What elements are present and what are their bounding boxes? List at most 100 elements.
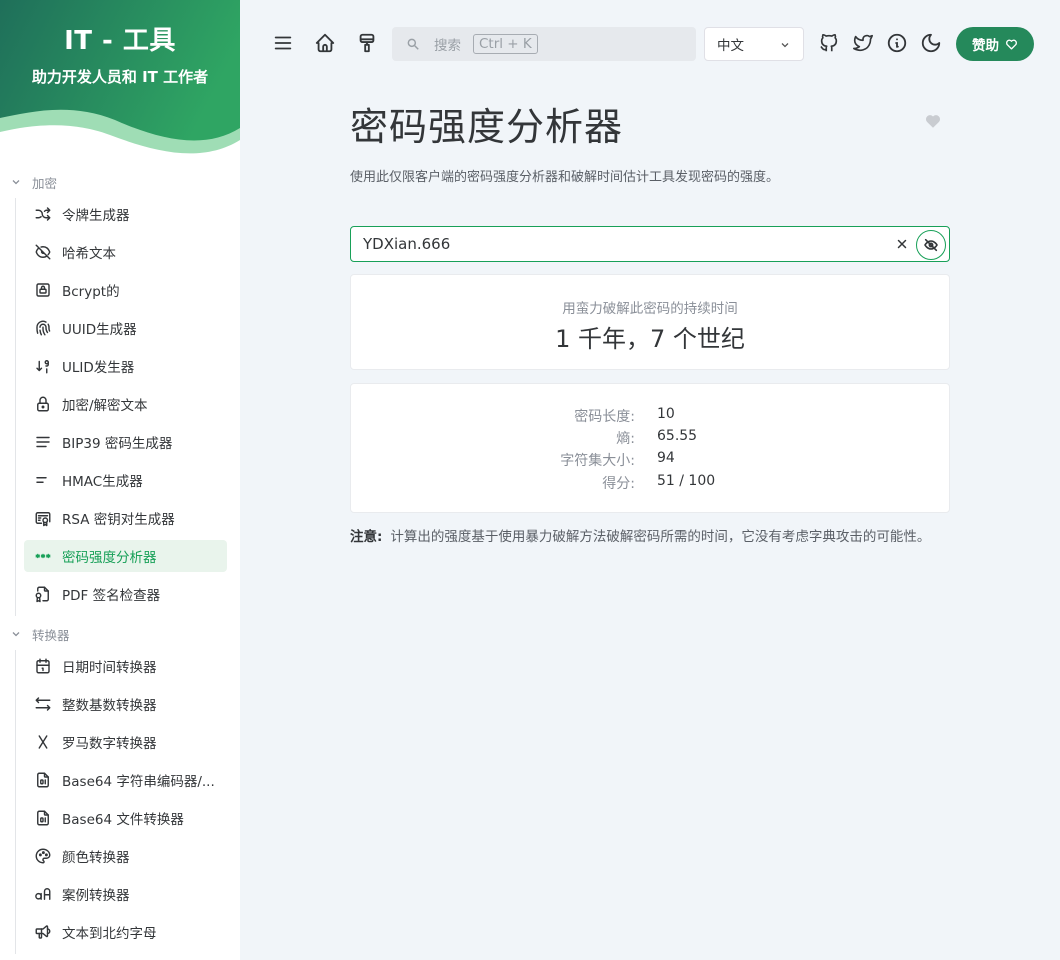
stat-row-score: 得分: 51 / 100	[351, 473, 949, 495]
github-button[interactable]	[812, 26, 846, 60]
sidebar-item[interactable]: 令牌生成器	[24, 198, 227, 230]
stat-value: 65.55	[657, 428, 698, 444]
lock-icon	[37, 396, 49, 412]
close-icon	[897, 239, 907, 249]
sidebar-item[interactable]: 案例转换器	[24, 878, 227, 910]
sidebar-item[interactable]: 哈希文本	[24, 236, 227, 268]
align-justified-icon	[36, 436, 50, 448]
stat-label: 字符集大小:	[560, 453, 635, 469]
home-button[interactable]	[308, 26, 342, 60]
sidebar-item-label: 密码强度分析器	[62, 550, 157, 566]
favorite-button[interactable]	[924, 112, 942, 130]
section-header[interactable]: 加密	[10, 172, 57, 192]
section-rail	[15, 650, 16, 954]
sidebar-item[interactable]: Bcrypt的	[24, 274, 227, 306]
sidebar-item[interactable]: Base64 文件转换器	[24, 802, 227, 834]
lock-square-icon	[36, 283, 50, 297]
search-icon	[407, 38, 419, 50]
page-title: 密码强度分析器	[350, 105, 624, 149]
sidebar-item-label: HMAC生成器	[62, 474, 143, 490]
sidebar-item[interactable]: PDF 签名检查器	[24, 578, 227, 610]
stat-label: 得分:	[602, 476, 635, 492]
sidebar-item-label: Base64 字符串编码器/...	[62, 774, 215, 790]
sort-digits-icon	[36, 360, 49, 374]
sidebar-item-label: 整数基数转换器	[62, 698, 157, 714]
toggle-visibility-button[interactable]	[916, 230, 946, 260]
file-digit-icon	[37, 810, 49, 826]
twitter-button[interactable]	[846, 26, 880, 60]
sidebar-item[interactable]: UUID生成器	[24, 312, 227, 344]
password-icon	[35, 553, 51, 559]
sidebar-item[interactable]: 日期时间转换器	[24, 650, 227, 682]
sidebar-item[interactable]: Base64 字符串编码器/...	[24, 764, 227, 796]
stat-label: 熵:	[616, 431, 635, 447]
sidebar-item-label: RSA 密钥对生成器	[62, 512, 175, 528]
section-title: 加密	[32, 175, 58, 191]
sidebar-item[interactable]: HMAC生成器	[24, 464, 227, 496]
sidebar-item-label: 令牌生成器	[62, 208, 130, 224]
eye-off-icon	[35, 244, 51, 260]
sidebar-item[interactable]: 加密/解密文本	[24, 388, 227, 420]
speakerphone-icon	[35, 925, 51, 939]
note-label: 注意:	[350, 529, 383, 545]
sidebar-item-label: 加密/解密文本	[62, 398, 148, 414]
section-header[interactable]: 转换器	[10, 624, 70, 644]
sidebar-item-label: PDF 签名检查器	[62, 588, 161, 604]
sidebar-item-label: Bcrypt的	[62, 284, 120, 300]
brush-icon	[359, 33, 375, 53]
stat-row-length: 密码长度: 10	[351, 406, 949, 428]
search-placeholder: 搜索	[434, 38, 461, 54]
file-certificate-icon	[35, 586, 49, 603]
sidebar-item[interactable]: RSA 密钥对生成器	[24, 502, 227, 534]
theme-toggle-button[interactable]	[914, 26, 948, 60]
note-text: 计算出的强度基于使用暴力破解方法破解密码所需的时间，它没有考虑字典攻击的可能性。	[390, 529, 931, 545]
sidebar-item-label: BIP39 密码生成器	[62, 436, 173, 452]
search-input[interactable]: 搜索 Ctrl + K	[392, 27, 696, 61]
heart-icon	[1006, 39, 1017, 50]
sidebar-item-label: 哈希文本	[62, 246, 116, 262]
crack-time-label: 用蛮力破解此密码的持续时间	[562, 301, 738, 317]
moon-icon	[921, 33, 941, 53]
sidebar: IT - 工具 助力开发人员和 IT 工作者 加密 令牌生成器 哈希文本 Bcrypt…	[0, 0, 240, 960]
password-value: YDXian.666	[363, 235, 451, 253]
stat-row-charset: 字符集大小: 94	[351, 450, 949, 472]
page-description: 使用此仅限客户端的密码强度分析器和破解时间估计工具发现密码的强度。	[350, 170, 780, 185]
search-shortcut: Ctrl + K	[473, 34, 538, 54]
section-title: 转换器	[32, 627, 70, 643]
sidebar-item-label: 颜色转换器	[62, 850, 130, 866]
heart-filled-icon	[925, 115, 941, 128]
sidebar-item[interactable]: 密码强度分析器	[24, 540, 227, 572]
sidebar-item[interactable]: 罗马数字转换器	[24, 726, 227, 758]
sidebar-item[interactable]: 颜色转换器	[24, 840, 227, 872]
sidebar-item[interactable]: BIP39 密码生成器	[24, 426, 227, 458]
twitter-icon	[853, 34, 873, 52]
password-input[interactable]: YDXian.666	[350, 226, 950, 262]
letter-case-icon	[35, 888, 51, 900]
clear-input-button[interactable]	[892, 234, 912, 254]
github-icon	[820, 33, 838, 52]
about-button[interactable]	[880, 26, 914, 60]
stat-row-entropy: 熵: 65.55	[351, 428, 949, 450]
chevron-down-icon	[12, 180, 20, 185]
stat-label: 密码长度:	[574, 409, 635, 425]
certificate-icon	[35, 512, 51, 527]
info-circle-icon	[887, 33, 907, 53]
sidebar-item[interactable]: 文本到北约字母	[24, 916, 227, 948]
file-digit-icon	[37, 772, 49, 788]
language-value: 中文	[717, 38, 744, 54]
sidebar-item[interactable]: 整数基数转换器	[24, 688, 227, 720]
stat-value: 51 / 100	[657, 473, 716, 489]
sidebar-item-label: 文本到北约字母	[62, 926, 157, 942]
sponsor-button[interactable]: 赞助	[956, 27, 1034, 61]
sidebar-item-label: UUID生成器	[62, 322, 137, 338]
ui-lib-button[interactable]	[350, 26, 384, 60]
chevron-down-icon	[781, 43, 789, 48]
menu-toggle-button[interactable]	[266, 26, 300, 60]
sidebar-item-label: 日期时间转换器	[62, 660, 157, 676]
sidebar-item[interactable]: ULID发生器	[24, 350, 227, 382]
language-select[interactable]: 中文	[704, 27, 804, 61]
app-title: IT - 工具	[64, 26, 176, 56]
crack-time-value: 1 千年，7 个世纪	[555, 325, 745, 353]
shuffle-icon	[35, 207, 51, 221]
section-rail	[15, 198, 16, 616]
